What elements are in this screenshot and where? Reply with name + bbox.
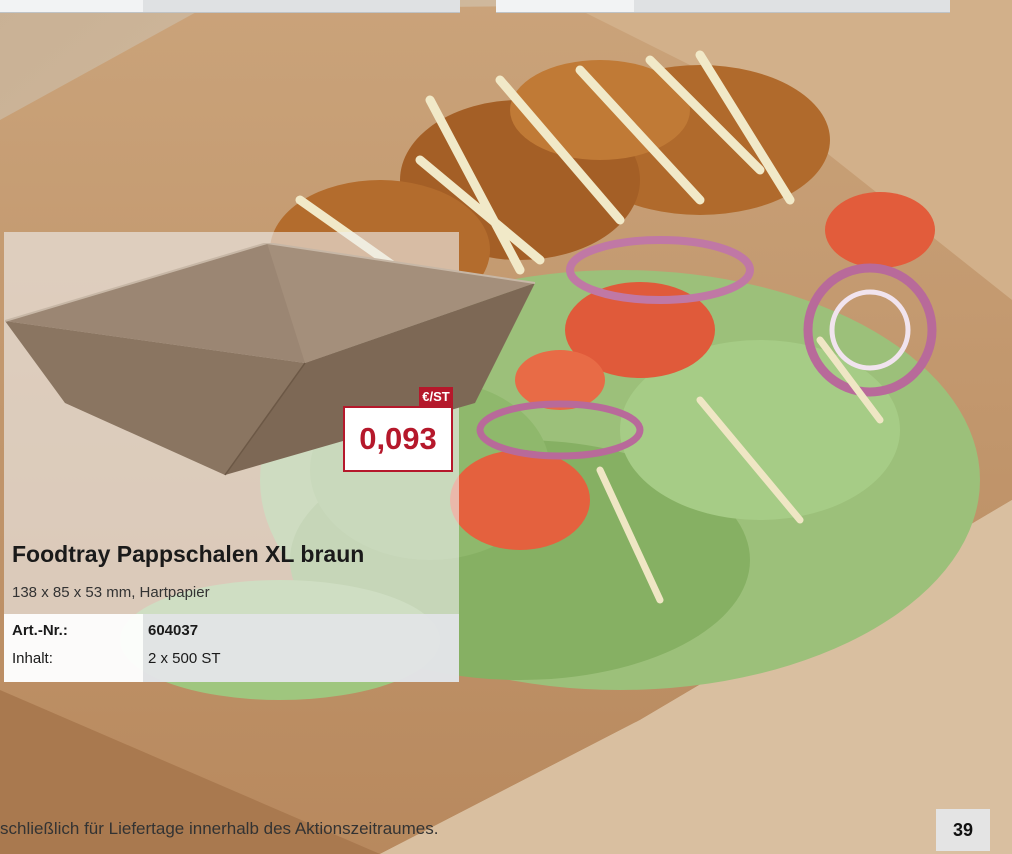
spec-value: 2 x 500 ST xyxy=(148,650,221,667)
spec-value: 604037 xyxy=(148,622,199,639)
spec-table: Art.-Nr.: 604037 Inhalt: 2 x 500 ST xyxy=(4,614,459,682)
footer-note: schließlich für Liefertage innerhalb des… xyxy=(0,819,439,838)
product-title: Foodtray Pappschalen XL braun xyxy=(12,541,365,567)
spec-label: Inhalt: xyxy=(12,650,53,667)
price-unit-badge: €/ST xyxy=(419,387,453,406)
price-value: 0,093 xyxy=(343,406,453,472)
spec-row-content: Inhalt: 2 x 500 ST xyxy=(4,650,459,676)
spec-label: Art.-Nr.: xyxy=(12,622,68,639)
price-tag: €/ST 0,093 xyxy=(343,387,453,472)
top-table-right xyxy=(496,0,950,13)
product-description: 138 x 85 x 53 mm, Hartpapier xyxy=(12,584,210,601)
page-number: 39 xyxy=(936,809,990,851)
tray-product-image xyxy=(5,243,535,476)
top-table-left xyxy=(0,0,460,13)
spec-row-article: Art.-Nr.: 604037 xyxy=(4,622,459,648)
